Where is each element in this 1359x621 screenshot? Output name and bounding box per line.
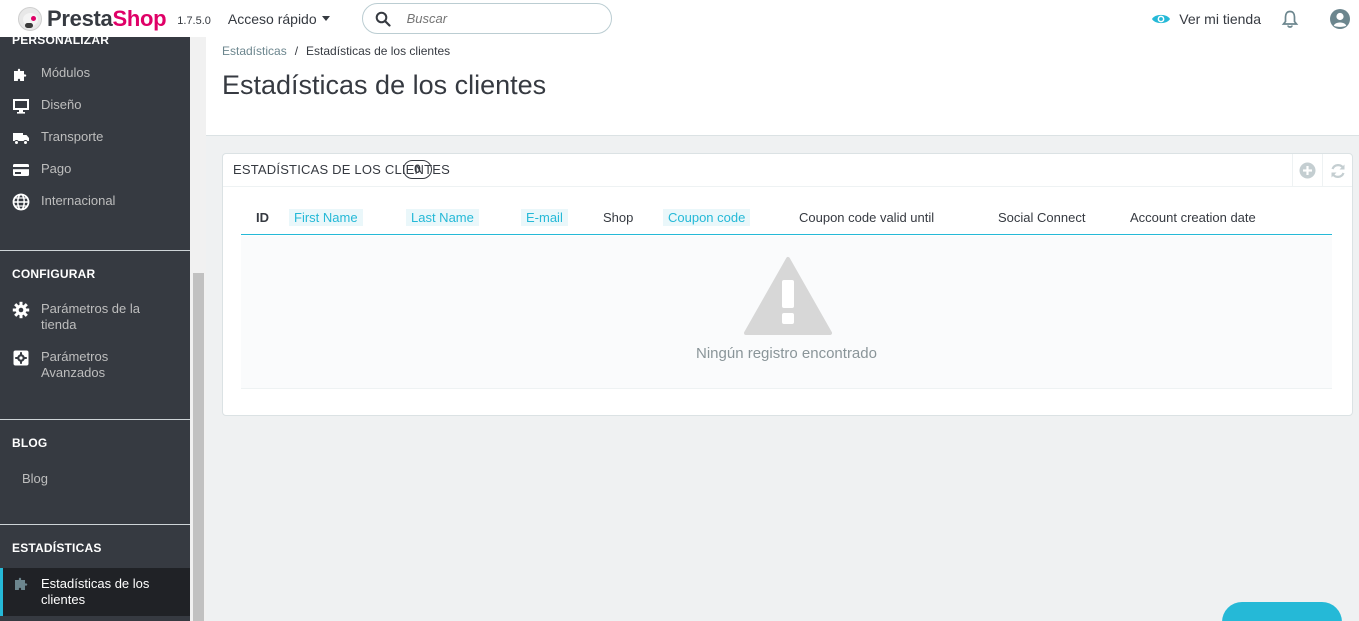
column-header-social-connect: Social Connect xyxy=(998,210,1086,225)
quick-access-dropdown[interactable]: Acceso rápido xyxy=(228,11,330,27)
record-count-badge: 0 xyxy=(403,160,432,179)
bell-icon[interactable] xyxy=(1281,9,1299,29)
globe-icon xyxy=(12,193,30,211)
truck-icon xyxy=(13,133,29,145)
credit-card-icon xyxy=(13,164,29,176)
column-header-last-name[interactable]: Last Name xyxy=(406,209,479,226)
add-new-button[interactable] xyxy=(1292,154,1322,187)
user-account-icon[interactable] xyxy=(1329,8,1351,30)
section-divider xyxy=(0,419,190,420)
sidebar-item-label: Parámetros Avanzados xyxy=(41,349,109,380)
search-input[interactable] xyxy=(406,11,597,26)
sidebar-item-modulos[interactable]: Módulos xyxy=(0,65,190,87)
panel-heading: ESTADÍSTICAS DE LOS CLIENTES 0 xyxy=(223,154,1352,187)
prestashop-logo[interactable]: PrestaShop xyxy=(18,5,167,32)
sidebar-item-label: Parámetros de la tienda xyxy=(41,301,140,332)
sidebar-nav: PERSONALIZAR Módulos Diseño Transporte P… xyxy=(0,33,190,621)
monitor-icon xyxy=(13,99,29,114)
sidebar-item-label: Módulos xyxy=(41,65,91,80)
section-title-blog: BLOG xyxy=(12,436,48,450)
sidebar-item-label: Internacional xyxy=(41,193,116,208)
puzzle-icon xyxy=(14,68,27,81)
version-label: 1.7.5.0 xyxy=(177,14,211,27)
plus-circle-icon xyxy=(1299,162,1316,179)
sidebar-item-estadisticas-clientes[interactable]: Estadísticas de los clientes xyxy=(0,568,190,616)
refresh-icon xyxy=(1330,163,1345,178)
breadcrumb-parent-link[interactable]: Estadísticas xyxy=(222,44,287,58)
sidebar-item-diseno[interactable]: Diseño xyxy=(0,97,190,119)
sidebar-item-label: Transporte xyxy=(41,129,104,144)
search-icon[interactable] xyxy=(375,11,391,27)
section-divider xyxy=(0,250,190,251)
column-header-coupon-code[interactable]: Coupon code xyxy=(663,209,751,226)
logo-text: PrestaShop xyxy=(47,5,167,31)
section-title-configurar: CONFIGURAR xyxy=(12,267,96,281)
sidebar-item-label: Estadísticas de los clientes xyxy=(41,576,150,607)
column-header-account-creation-date: Account creation date xyxy=(1130,210,1256,225)
top-header: PrestaShop 1.7.5.0 Acceso rápido Ver mi … xyxy=(0,0,1359,37)
breadcrumb: Estadísticas / Estadísticas de los cliente… xyxy=(222,44,450,58)
eye-icon xyxy=(1152,14,1171,23)
puffin-logo-icon xyxy=(18,6,42,31)
table-header-row: ID First Name Last Name E-mail Shop Coup… xyxy=(241,200,1332,235)
view-shop-link[interactable]: Ver mi tienda xyxy=(1151,11,1261,27)
sidebar-scrollbar-thumb[interactable] xyxy=(193,273,204,621)
sidebar-item-internacional[interactable]: Internacional xyxy=(0,193,190,215)
quick-access-label: Acceso rápido xyxy=(227,10,317,27)
sidebar-item-blog[interactable]: Blog xyxy=(0,471,190,493)
column-header-shop: Shop xyxy=(603,210,634,225)
view-shop-label: Ver mi tienda xyxy=(1179,10,1261,27)
section-title-estadisticas: ESTADÍSTICAS xyxy=(12,541,102,555)
puzzle-icon xyxy=(15,577,28,590)
column-header-email[interactable]: E-mail xyxy=(521,209,568,226)
caret-down-icon xyxy=(321,16,330,21)
column-header-id: ID xyxy=(256,210,269,225)
customer-stats-panel: ESTADÍSTICAS DE LOS CLIENTES 0 ID First … xyxy=(222,153,1353,416)
gear-box-icon xyxy=(13,350,29,366)
refresh-button[interactable] xyxy=(1322,154,1352,187)
sidebar-item-pago[interactable]: Pago xyxy=(0,161,190,183)
warning-icon xyxy=(744,257,832,335)
sidebar-item-label: Blog xyxy=(22,471,49,486)
column-header-first-name[interactable]: First Name xyxy=(289,209,363,226)
search-box[interactable] xyxy=(361,3,612,34)
sidebar-item-label: Diseño xyxy=(41,97,82,112)
page-header: Estadísticas / Estadísticas de los cliente… xyxy=(206,37,1359,136)
empty-state: Ningún registro encontrado xyxy=(241,236,1332,389)
sidebar-item-parametros-tienda[interactable]: Parámetros de la tienda xyxy=(0,301,190,337)
empty-message: Ningún registro encontrado xyxy=(696,345,877,362)
section-divider xyxy=(0,524,190,525)
column-header-coupon-valid-until: Coupon code valid until xyxy=(799,210,935,225)
gear-icon xyxy=(12,301,30,319)
sidebar-item-parametros-avanzados[interactable]: Parámetros Avanzados xyxy=(0,349,190,385)
page-title: Estadísticas de los clientes xyxy=(222,70,547,100)
help-button[interactable] xyxy=(1222,602,1342,621)
sidebar-item-label: Pago xyxy=(41,161,72,176)
breadcrumb-current: Estadísticas de los clientes xyxy=(306,44,451,58)
breadcrumb-separator: / xyxy=(294,44,299,58)
sidebar-item-transporte[interactable]: Transporte xyxy=(0,129,190,151)
